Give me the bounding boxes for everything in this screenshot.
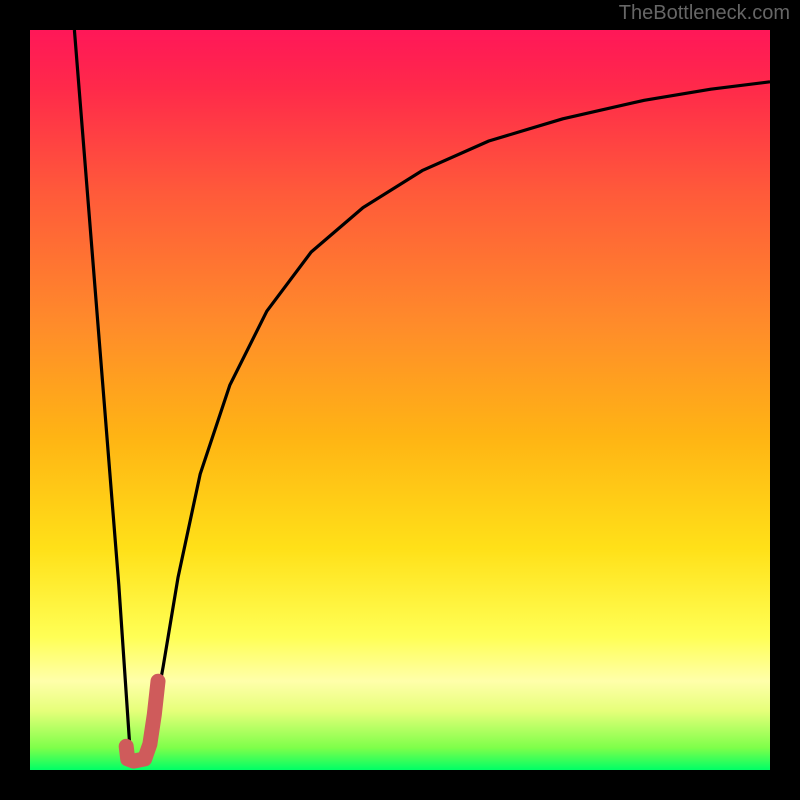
series-left-branch [74,30,129,748]
plot-area [30,30,770,770]
series-right-branch [148,82,770,748]
curve-layer [30,30,770,770]
chart-container: TheBottleneck.com [0,0,800,800]
series-j-mark [126,681,158,761]
watermark-text: TheBottleneck.com [619,2,790,25]
